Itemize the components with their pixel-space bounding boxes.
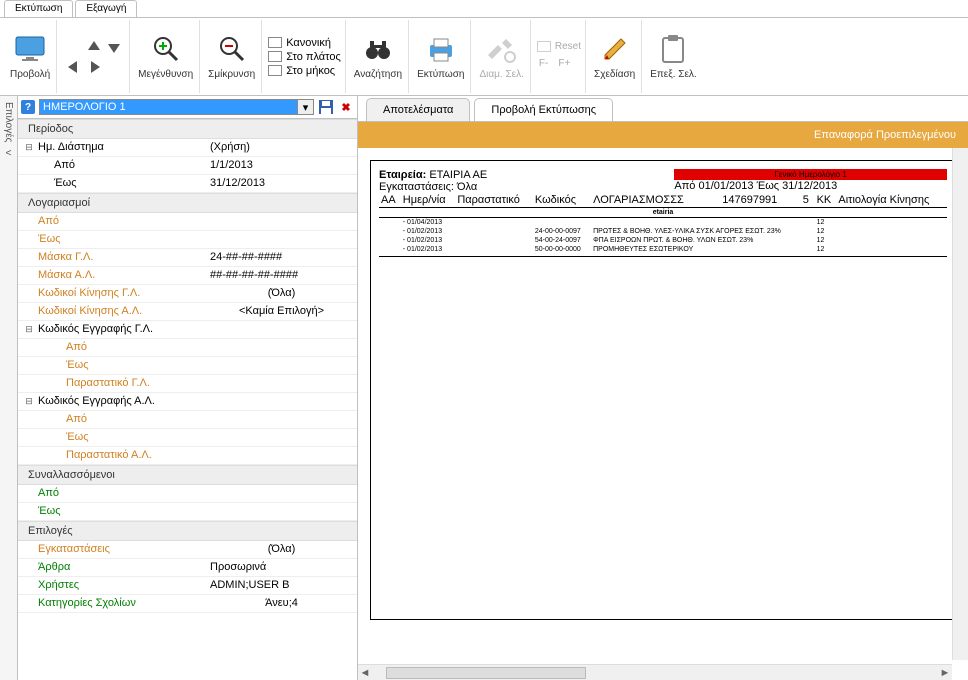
arrow-right-icon[interactable] — [85, 58, 103, 76]
zoom-in-icon — [150, 33, 182, 65]
font-plus[interactable]: F+ — [558, 58, 570, 69]
report-title: Γενικό Ημερολόγιο 1 — [674, 169, 947, 180]
fit-normal[interactable]: Κανονική — [268, 37, 331, 49]
arrow-left-icon[interactable] — [65, 58, 83, 76]
zoom-out-button[interactable]: Σμίκρυνση — [202, 20, 262, 93]
printer-icon — [425, 33, 457, 65]
report-name-input[interactable] — [40, 100, 297, 114]
section-period: Περίοδος — [18, 119, 357, 139]
report-row: - 01/04/201312 — [379, 218, 947, 228]
fit-width[interactable]: Στο πλάτος — [268, 51, 341, 63]
sidebar-options-tab[interactable]: Επιλογές < — [0, 96, 18, 680]
save-icon[interactable] — [318, 99, 334, 115]
nav-arrows[interactable] — [59, 20, 130, 93]
section-parties: Συναλλασσόμενοι — [18, 465, 357, 485]
monitor-icon — [14, 33, 46, 65]
report-row: - 01/02/201324-00-00-0097ΠΡΩΤΕΣ & ΒΟΗΘ. … — [379, 227, 947, 236]
section-accounts: Λογαριασμοί — [18, 193, 357, 213]
design-button[interactable]: Σχεδίαση — [588, 20, 642, 93]
tab-print[interactable]: Εκτύπωση — [4, 0, 73, 17]
preview-button[interactable]: Προβολή — [4, 20, 57, 93]
chevron-down-icon[interactable]: ▾ — [297, 100, 313, 114]
tab-print-preview[interactable]: Προβολή Εκτύπωσης — [474, 98, 613, 121]
tools-icon — [486, 33, 518, 65]
clipboard-icon — [657, 33, 689, 65]
report-row: - 01/02/201354-00-24-0097ΦΠΑ ΕΙΣΡΟΩΝ ΠΡΩ… — [379, 236, 947, 245]
font-minus[interactable]: F- — [539, 58, 548, 69]
tab-results[interactable]: Αποτελέσματα — [366, 98, 470, 121]
tab-export[interactable]: Εξαγωγή — [75, 0, 137, 17]
scrollbar-horizontal[interactable]: ◄► — [358, 664, 952, 680]
zoom-in-button[interactable]: Μεγένθυνση — [132, 20, 200, 93]
zoom-out-icon — [216, 33, 248, 65]
help-icon[interactable]: ? — [21, 100, 35, 114]
expander[interactable]: ⊟ — [22, 395, 36, 408]
edit-page-button[interactable]: Επεξ. Σελ. — [644, 20, 702, 93]
pencil-icon — [599, 33, 631, 65]
expander[interactable]: ⊟ — [22, 323, 36, 336]
reset-default-button[interactable]: Επαναφορά Προεπιλεγμένου — [358, 122, 968, 148]
arrow-down-icon[interactable] — [105, 38, 123, 56]
collapse-icon[interactable]: < — [6, 148, 12, 159]
arrow-up-icon[interactable] — [85, 38, 103, 56]
expander[interactable]: ⊟ — [22, 141, 36, 154]
reset-button[interactable]: Reset — [537, 41, 581, 52]
section-options: Επιλογές — [18, 521, 357, 541]
toolbar: Προβολή Μεγένθυνση Σμίκρυνση Κανονική Στ… — [0, 18, 968, 96]
search-button[interactable]: Αναζήτηση — [348, 20, 409, 93]
report-row: - 01/02/201350-00-00-0000ΠΡΟΜΗΘΕΥΤΕΣ ΕΣΩ… — [379, 245, 947, 254]
scrollbar-vertical[interactable] — [952, 148, 968, 660]
delete-icon[interactable]: ✖ — [338, 99, 354, 115]
print-preview: Εταιρεία: ΕΤΑΙΡΙΑ ΑΕ Εγκαταστάσεις: Όλα … — [358, 148, 968, 680]
binoculars-icon — [362, 33, 394, 65]
print-button[interactable]: Εκτύπωση — [411, 20, 471, 93]
page-setup-button[interactable]: Διαμ. Σελ. — [473, 20, 530, 93]
report-name-combo[interactable]: ▾ — [39, 99, 314, 115]
fit-length[interactable]: Στο μήκος — [268, 65, 335, 77]
